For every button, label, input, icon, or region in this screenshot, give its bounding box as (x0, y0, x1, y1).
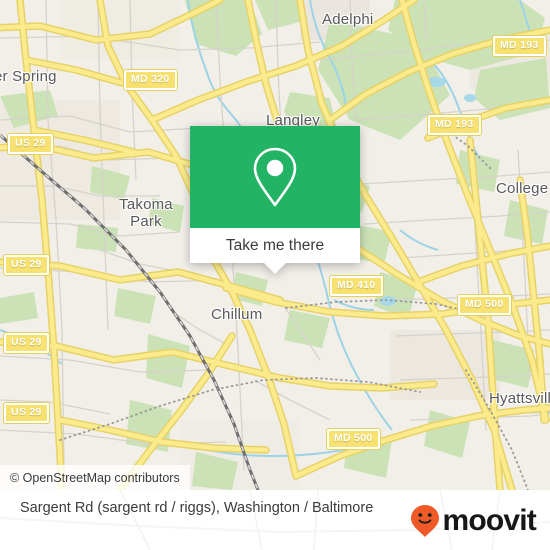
moovit-smiley-pin-icon (411, 505, 440, 537)
highway-shield-md410: MD 410 (330, 276, 383, 296)
highway-shield-md500-a: MD 500 (458, 295, 511, 315)
highway-shield-us29-a: US 29 (8, 134, 53, 154)
map-screenshot: er Spring Adelphi Takoma Park Langley Ch… (0, 0, 550, 550)
map-canvas[interactable]: er Spring Adelphi Takoma Park Langley Ch… (0, 0, 550, 490)
location-callout-card[interactable]: Take me there (190, 126, 360, 274)
take-me-there-label: Take me there (225, 236, 325, 254)
highway-shield-us29-b: US 29 (4, 255, 49, 275)
moovit-logo[interactable]: moovit (410, 504, 537, 538)
highway-shield-md320: MD 320 (124, 70, 177, 90)
callout-card-pointer (263, 262, 287, 274)
highway-shield-us29-c: US 29 (4, 333, 49, 353)
highway-shield-us29-d: US 29 (4, 403, 49, 423)
location-title: Sargent Rd (sargent rd / riggs), Washing… (20, 500, 374, 516)
footer-bar: Sargent Rd (sargent rd / riggs), Washing… (0, 490, 550, 550)
highway-shield-md193-b: MD 193 (428, 115, 481, 135)
callout-card-body (190, 126, 360, 228)
map-attribution-bar[interactable]: © OpenStreetMap contributors (0, 465, 190, 490)
highway-shield-md193-a: MD 193 (493, 36, 546, 56)
callout-card-footer[interactable]: Take me there (190, 228, 360, 263)
moovit-wordmark: moovit (442, 504, 536, 537)
highway-shield-md500-b: MD 500 (327, 429, 380, 449)
map-pin-icon (253, 147, 297, 207)
openstreetmap-attribution-label: © OpenStreetMap contributors (10, 470, 180, 485)
